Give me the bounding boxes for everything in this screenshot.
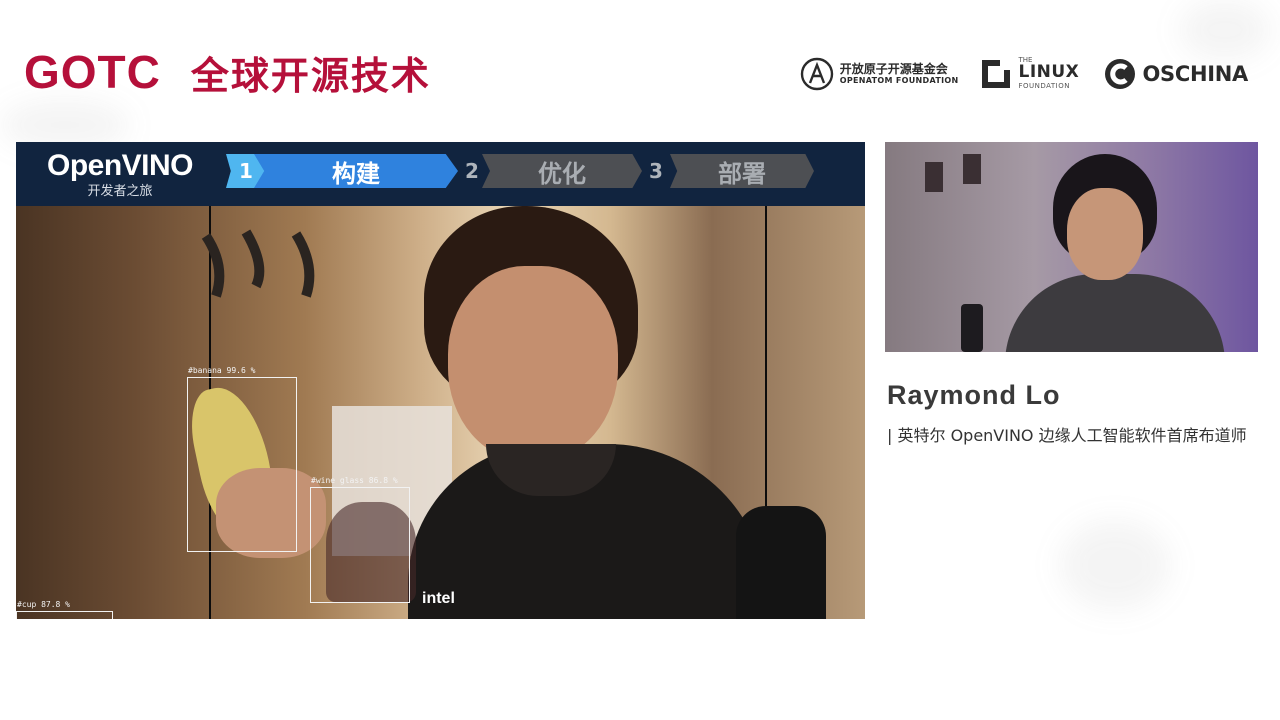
speaker-name: Raymond Lo — [887, 380, 1061, 410]
presenter-face — [448, 266, 618, 462]
speaker-body — [1005, 274, 1225, 352]
step-1-label: 构建 — [254, 154, 458, 188]
detection-box-cup — [16, 611, 113, 619]
presentation-video: #banana 99.6 % #wine glass 86.8 % #cup 8… — [16, 142, 865, 619]
step-3-number: 3 — [649, 159, 663, 183]
linux-foundation-text: THE LINUX FOUNDATION — [1018, 56, 1082, 92]
detection-label-cup: #cup 87.8 % — [17, 600, 70, 609]
openatom-cn: 开放原子开源基金会 — [839, 62, 948, 76]
linux-main: LINUX — [1018, 62, 1080, 82]
step-3-label: 部署 — [670, 154, 814, 188]
detection-label-wine-glass: #wine glass 86.8 % — [311, 476, 398, 485]
chair-image — [736, 506, 826, 619]
oschina-icon — [1105, 59, 1136, 89]
slide-header-bar: OpenVINO 开发者之旅 1 构建 2 优化 3 部署 — [16, 142, 865, 206]
brand-chinese: 全球开源技术 — [190, 53, 431, 98]
speaker-face — [1067, 188, 1143, 280]
decorative-blob — [1180, 0, 1270, 60]
speaker-title: | 英特尔 OpenVINO 边缘人工智能软件首席布道师 — [887, 426, 1247, 445]
event-brand: GOTC 全球开源技术 — [24, 44, 431, 100]
openatom-logo: 开放原子开源基金会 OPENATOM FOUNDATION — [800, 57, 959, 91]
openvino-logo-subtitle: 开发者之旅 — [87, 184, 153, 199]
wall-hooks-image — [201, 229, 315, 298]
linux-foundation-word: FOUNDATION — [1018, 82, 1070, 90]
openvino-logo-name: OpenVINO — [46, 149, 194, 182]
wall-decoration — [963, 154, 981, 184]
oschina-logo: OSCHINA — [1104, 58, 1248, 90]
linux-foundation-icon — [982, 60, 1011, 88]
oschina-text: OSCHINA — [1142, 62, 1248, 86]
openatom-en: OPENATOM FOUNDATION — [839, 76, 959, 85]
smart-speaker-image — [961, 304, 983, 352]
speaker-camera — [885, 142, 1258, 352]
camera-scene: #banana 99.6 % #wine glass 86.8 % #cup 8… — [16, 206, 865, 619]
detection-label-banana: #banana 99.6 % — [188, 366, 256, 375]
decorative-blob — [1060, 520, 1170, 610]
brand-gotc: GOTC — [24, 46, 161, 98]
openatom-text: 开放原子开源基金会 OPENATOM FOUNDATION — [840, 62, 959, 86]
detection-box-wine-glass — [310, 487, 410, 603]
linux-foundation-logo: THE LINUX FOUNDATION — [980, 56, 1082, 92]
wall-decoration — [925, 162, 943, 192]
detection-box-banana — [187, 377, 297, 552]
sponsor-logos: 开放原子开源基金会 OPENATOM FOUNDATION THE LINUX … — [800, 52, 1248, 96]
openatom-icon — [800, 57, 833, 91]
intel-watermark: intel — [422, 590, 455, 607]
openvino-logo: OpenVINO 开发者之旅 — [32, 148, 208, 204]
step-2-label: 优化 — [482, 154, 642, 188]
